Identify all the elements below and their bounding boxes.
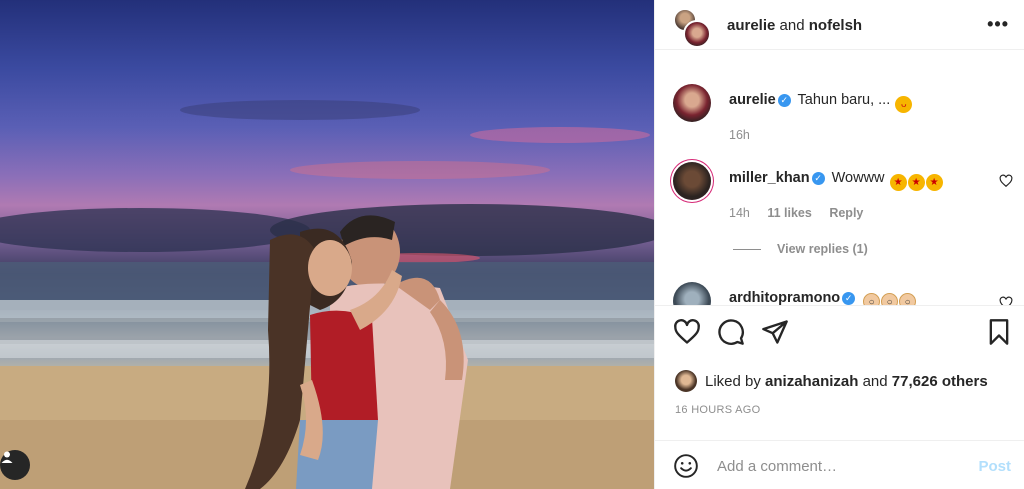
- avatar[interactable]: [673, 162, 711, 200]
- comment-text: Wowww: [831, 170, 885, 186]
- post-header: aurelie and nofelsh •••: [655, 0, 1024, 50]
- likes-count[interactable]: 77,626 others: [892, 373, 988, 390]
- like-comment-heart-icon[interactable]: [999, 174, 1013, 188]
- screaming-face-icon: ○: [899, 293, 917, 305]
- like-comment-heart-icon[interactable]: [999, 296, 1013, 306]
- comment-username[interactable]: aurelie: [729, 92, 776, 108]
- avatar[interactable]: [673, 84, 711, 122]
- comments-list[interactable]: aurelie ✓ Tahun baru, ... ᴗ 16h miller_kh…: [655, 50, 1024, 306]
- post-comment-button[interactable]: Post: [978, 458, 1011, 475]
- save-bookmark-icon[interactable]: [985, 318, 1013, 346]
- star-struck-icon: ★: [925, 174, 943, 191]
- comment-body: ardhitopramono ✓ ○ ○ ○: [729, 290, 917, 305]
- post-actions: [655, 318, 1024, 354]
- verified-badge-icon: ✓: [811, 172, 825, 185]
- user-icon: [1, 451, 13, 463]
- likes-text: Liked by anizahanizah and 77,626 others: [705, 373, 988, 390]
- comment-meta: 14h 11 likes Reply: [729, 206, 877, 220]
- share-paper-plane-icon[interactable]: [761, 318, 789, 346]
- post-image[interactable]: [0, 0, 654, 489]
- collab-avatars[interactable]: [673, 8, 711, 48]
- avatar[interactable]: [673, 282, 711, 305]
- screaming-face-icon: ○: [863, 293, 881, 305]
- view-replies-button[interactable]: View replies (1): [733, 242, 868, 256]
- comment-body: aurelie ✓ Tahun baru, ... ᴗ: [729, 92, 913, 113]
- comment-likes-count[interactable]: 11 likes: [767, 206, 812, 220]
- verified-badge-icon: ✓: [842, 292, 856, 305]
- add-comment-bar: Post: [655, 440, 1024, 489]
- comment-meta: 16h: [729, 128, 764, 142]
- like-heart-icon[interactable]: [673, 318, 701, 346]
- more-options-icon[interactable]: •••: [987, 14, 1009, 35]
- add-comment-input[interactable]: [717, 455, 967, 477]
- comment-time: 16h: [729, 128, 750, 142]
- likes-prefix: Liked by: [705, 373, 761, 390]
- emoji-smiley-icon[interactable]: [673, 453, 699, 479]
- comment-time: 14h: [729, 206, 750, 220]
- liker-username[interactable]: anizahanizah: [765, 373, 858, 390]
- screaming-face-icon: ○: [881, 293, 899, 305]
- likes-and: and: [862, 373, 888, 390]
- author-link[interactable]: aurelie: [727, 17, 775, 34]
- post-timestamp: 16 HOURS AGO: [675, 404, 761, 416]
- author-link[interactable]: nofelsh: [809, 17, 862, 34]
- avatar: [675, 370, 697, 392]
- comment-username[interactable]: miller_khan: [729, 170, 810, 186]
- face-with-tongue-icon: ᴗ: [895, 96, 913, 113]
- reply-button[interactable]: Reply: [829, 206, 863, 220]
- star-struck-icon: ★: [907, 174, 925, 191]
- divider: [733, 249, 761, 251]
- comment-body: miller_khan ✓ Wowww ★ ★ ★: [729, 170, 943, 191]
- star-struck-icon: ★: [889, 174, 907, 191]
- post-authors: aurelie and nofelsh: [727, 17, 862, 34]
- comment-text: Tahun baru, ...: [797, 92, 891, 108]
- post-side-panel: aurelie and nofelsh ••• aurelie ✓ Tahun b…: [654, 0, 1024, 489]
- author-connector: and: [779, 17, 805, 34]
- tagged-users-button[interactable]: [0, 450, 30, 480]
- comment-bubble-icon[interactable]: [717, 318, 745, 346]
- verified-badge-icon: ✓: [777, 94, 791, 107]
- post-photo-art: [0, 100, 654, 489]
- view-replies-label: View replies (1): [777, 242, 868, 256]
- comment-username[interactable]: ardhitopramono: [729, 290, 840, 305]
- avatar: [683, 20, 711, 48]
